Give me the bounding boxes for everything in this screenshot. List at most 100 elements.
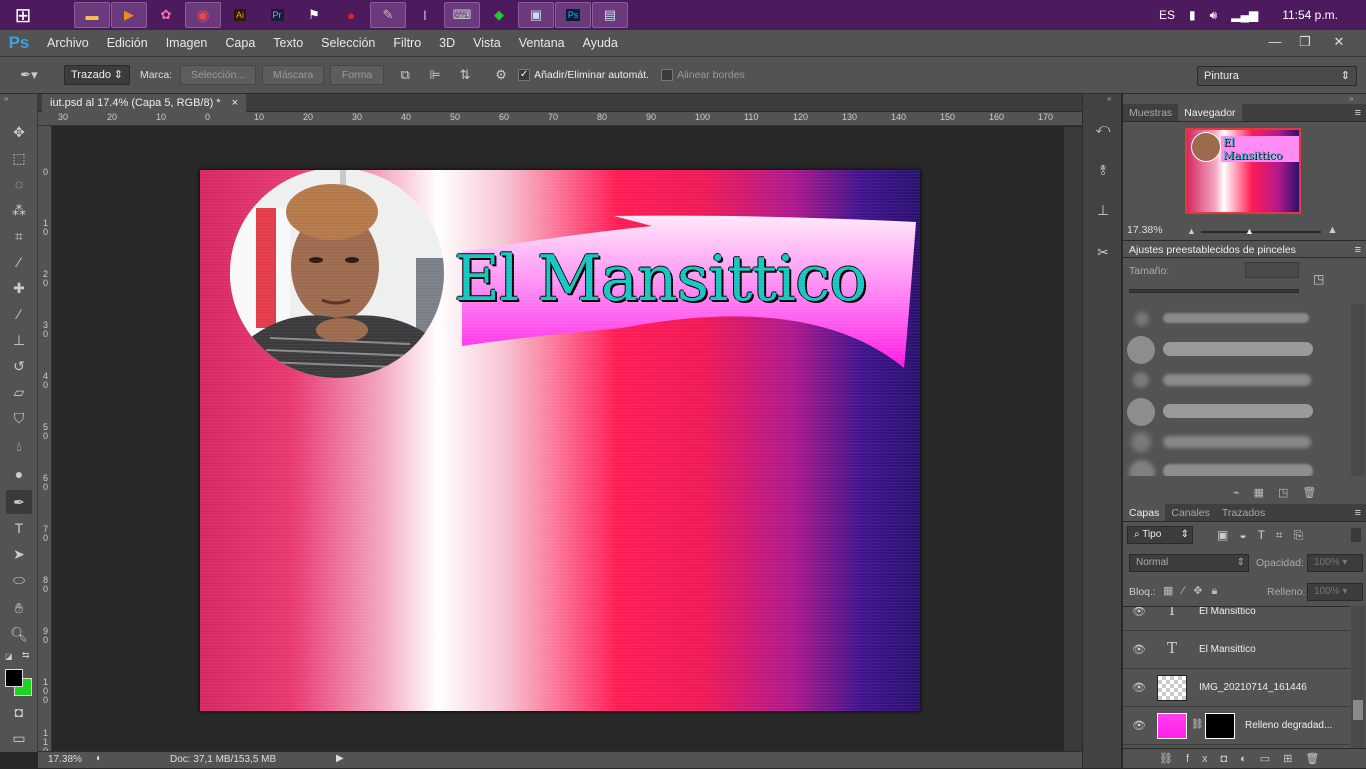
tab-capas[interactable]: Capas: [1123, 504, 1166, 521]
path-alignment-icon[interactable]: ⊫: [424, 67, 446, 83]
layer-filter-dropdown[interactable]: ⌕ Tipo ⇕: [1127, 526, 1193, 544]
windows-start-button[interactable]: ⊞: [0, 0, 46, 30]
clone-source-icon[interactable]: ⊥: [1090, 198, 1116, 222]
zoom-out-icon[interactable]: ▲: [1187, 226, 1196, 236]
menu-vista[interactable]: Vista: [464, 36, 510, 50]
menu-ayuda[interactable]: Ayuda: [574, 36, 627, 50]
brush-tool-icon[interactable]: ∕: [6, 302, 32, 326]
brush-panel-actions[interactable]: ⌁▦◳🗑︎: [1233, 486, 1330, 499]
workspace-dropdown[interactable]: Pintura ⇕: [1197, 66, 1357, 86]
marquee-tool-icon[interactable]: ⬚: [6, 146, 32, 170]
default-colors-icon[interactable]: ◪: [5, 652, 13, 661]
wifi-icon[interactable]: ▂▄▆: [1231, 8, 1258, 22]
clock[interactable]: 11:54 p.m.: [1282, 8, 1338, 22]
type-tool-icon[interactable]: T: [6, 516, 32, 540]
paint-bucket-icon[interactable]: ⛉: [6, 406, 32, 430]
eraser-tool-icon[interactable]: ▱: [6, 380, 32, 404]
healing-brush-icon[interactable]: ✚: [6, 276, 32, 300]
tab-trazados[interactable]: Trazados: [1216, 504, 1271, 521]
chrome-icon[interactable]: ◉: [185, 2, 221, 28]
menu-texto[interactable]: Texto: [264, 36, 312, 50]
opacity-field[interactable]: 100% ▾: [1307, 554, 1363, 572]
eye-icon[interactable]: 👁︎: [1132, 607, 1146, 618]
zoom-slider-handle[interactable]: ▲: [1245, 226, 1254, 236]
volume-icon[interactable]: 🔊︎: [1210, 8, 1218, 23]
status-arrow-icon[interactable]: ▶: [336, 753, 344, 764]
layers-scroll-thumb[interactable]: [1353, 700, 1363, 720]
photoshop-taskbar-icon[interactable]: Ps: [555, 2, 591, 28]
menu-archivo[interactable]: Archivo: [38, 36, 98, 50]
brush-panel-icon[interactable]: ⥉: [1090, 158, 1116, 182]
zoom-in-icon[interactable]: ▲: [1327, 224, 1338, 236]
blur-tool-icon[interactable]: 💧︎: [6, 434, 32, 458]
tool-icon[interactable]: ǀ: [407, 2, 443, 28]
close-tab-icon[interactable]: ×: [232, 97, 238, 109]
premiere-icon[interactable]: Pr: [259, 2, 295, 28]
brush-size-field[interactable]: [1245, 262, 1299, 278]
battery-icon[interactable]: ▮: [1189, 8, 1196, 22]
layer-row[interactable]: 👁︎ T El Mansittico: [1123, 631, 1350, 669]
panel-menu-icon[interactable]: ≡: [1355, 104, 1366, 121]
eyedropper-tool-icon[interactable]: ⁄: [6, 250, 32, 274]
eye-icon[interactable]: 👁︎: [1132, 681, 1146, 694]
gear-icon[interactable]: ⚙: [490, 67, 512, 83]
mascara-button[interactable]: Máscara: [262, 65, 325, 85]
menu-edicion[interactable]: Edición: [98, 36, 157, 50]
close-button[interactable]: ✕: [1322, 32, 1356, 52]
clone-stamp-icon[interactable]: ⊥: [6, 328, 32, 352]
menu-imagen[interactable]: Imagen: [157, 36, 217, 50]
add-delete-checkbox[interactable]: ✓ Añadir/Eliminar automát.: [518, 69, 649, 82]
history-panel-icon[interactable]: ⤺: [1090, 116, 1116, 140]
pen-tool-preset-icon[interactable]: ✒︎▾: [18, 67, 40, 83]
mode-dropdown[interactable]: Trazado ⇕: [64, 65, 130, 85]
photo-editor-icon[interactable]: ✎: [370, 2, 406, 28]
brushes-scrollbar[interactable]: [1351, 304, 1365, 476]
layers-menu-icon[interactable]: ≡: [1355, 504, 1366, 521]
menu-filtro[interactable]: Filtro: [384, 36, 430, 50]
document-canvas[interactable]: El Mansittico: [200, 170, 920, 711]
dodge-tool-icon[interactable]: ●: [6, 462, 32, 486]
ellipse-tool-icon[interactable]: ⬭: [6, 568, 32, 592]
layer-filter-icons[interactable]: ▣◒T⌗⎘: [1217, 528, 1314, 543]
menu-3d[interactable]: 3D: [430, 36, 464, 50]
screen-mode-icon[interactable]: ▭: [6, 726, 32, 750]
illustrator-icon[interactable]: Ai: [222, 2, 258, 28]
lock-icons[interactable]: ▦∕✥🔒︎: [1163, 584, 1226, 598]
eye-icon[interactable]: 👁︎: [1132, 643, 1146, 656]
document-tab[interactable]: iut.psd al 17.4% (Capa 5, RGB/8) * ×: [42, 94, 247, 112]
expand-icon[interactable]: «: [1107, 94, 1111, 103]
layers-scrollbar[interactable]: [1351, 606, 1365, 748]
navigator-thumbnail[interactable]: El Mansittico: [1185, 128, 1301, 214]
quick-mask-icon[interactable]: ◘: [6, 700, 32, 724]
menu-seleccion[interactable]: Selección: [312, 36, 384, 50]
filter-toggle[interactable]: [1351, 528, 1361, 542]
layers-footer-actions[interactable]: ⛓fx◘◐▭⊞🗑︎: [1123, 748, 1366, 768]
path-arrangement-icon[interactable]: ⇅: [454, 67, 476, 83]
app-icon[interactable]: ◆: [481, 2, 517, 28]
media-player-icon[interactable]: ▶: [111, 2, 147, 28]
link-icon[interactable]: ⛓: [1191, 719, 1204, 730]
hand-tool-icon[interactable]: ✋︎: [6, 596, 32, 620]
pen-tool-icon[interactable]: ✒︎: [6, 490, 32, 514]
align-edges-checkbox[interactable]: Alinear bordes: [661, 69, 745, 82]
lasso-tool-icon[interactable]: ◌: [6, 172, 32, 196]
fill-field[interactable]: 100% ▾: [1307, 583, 1363, 601]
forma-button[interactable]: Forma: [330, 65, 385, 85]
status-menu-icon[interactable]: ◐: [96, 753, 102, 764]
blend-mode-dropdown[interactable]: Normal ⇕: [1129, 554, 1249, 572]
navigator-zoom[interactable]: 17.38%: [1127, 224, 1163, 236]
tab-canales[interactable]: Canales: [1165, 504, 1216, 521]
zoom-tool-icon[interactable]: 🔍︎: [6, 622, 32, 646]
restore-button[interactable]: ❐: [1290, 32, 1320, 52]
swap-colors-icon[interactable]: ⇆: [22, 650, 30, 661]
eye-icon[interactable]: 👁︎: [1132, 719, 1146, 732]
brush-presets-list[interactable]: [1125, 304, 1351, 476]
brush-size-slider[interactable]: [1129, 289, 1299, 293]
history-brush-icon[interactable]: ↺: [6, 354, 32, 378]
inkscape-icon[interactable]: ⚑: [296, 2, 332, 28]
layer-row[interactable]: 👁︎ IMG_20210714_161446: [1123, 669, 1350, 707]
notepad-icon[interactable]: ▤: [592, 2, 628, 28]
path-operations-icon[interactable]: ⧉: [394, 67, 416, 83]
navigator-zoom-slider[interactable]: [1201, 231, 1321, 233]
seleccion-button[interactable]: Selección...: [180, 65, 257, 85]
